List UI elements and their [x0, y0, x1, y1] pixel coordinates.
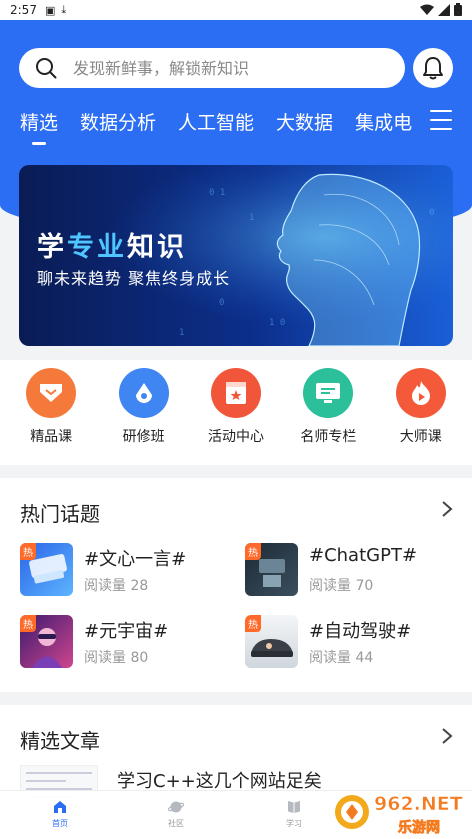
banner-subtitle: 聊未来趋势 聚焦终身成长 — [37, 269, 231, 288]
hot-badge: 热 — [245, 543, 261, 560]
notification-icon: ▣ — [44, 3, 56, 17]
hot-badge: 热 — [245, 615, 261, 632]
bell-icon — [423, 57, 443, 80]
promo-banner[interactable]: 0 1 1 0 1 0 1 0 学专业知识 聊未来趋势 聚焦终身成长 — [19, 165, 453, 346]
signal-icon — [438, 3, 450, 16]
nav-study[interactable]: 学习 — [264, 799, 324, 829]
download-icon: ⤓ — [61, 3, 67, 16]
hot-topics-section: 热门话题 热 #文心一言# 阅读量 28 热 #ChatGPT# 阅读量 70 … — [0, 478, 472, 692]
topic-read-count: 阅读量 44 — [309, 650, 374, 666]
topic-name: #元宇宙# — [84, 621, 169, 642]
status-time: 2:57 — [10, 3, 37, 17]
topic-thumbnail: 热 — [245, 615, 298, 668]
svg-text:乐游网: 乐游网 — [398, 819, 440, 836]
drop-icon — [118, 368, 169, 418]
hot-badge: 热 — [20, 543, 36, 560]
topic-item[interactable]: 热 #ChatGPT# 阅读量 70 — [245, 543, 465, 603]
quick-link-workshop[interactable]: 研修班 — [104, 360, 184, 465]
topic-item[interactable]: 热 #文心一言# 阅读量 28 — [20, 543, 240, 603]
screen-icon — [303, 368, 354, 418]
topic-name: #ChatGPT# — [309, 545, 418, 566]
menu-icon[interactable] — [430, 110, 452, 130]
notification-button[interactable] — [413, 48, 453, 88]
topic-thumbnail: 热 — [20, 543, 73, 596]
topic-name: #文心一言# — [84, 549, 187, 570]
battery-icon — [454, 3, 462, 16]
topic-item[interactable]: 热 #自动驾驶# 阅读量 44 — [245, 615, 465, 675]
tab-ai[interactable]: 人工智能 — [178, 108, 254, 148]
banner-title: 学专业知识 — [37, 232, 187, 263]
tab-data-analysis[interactable]: 数据分析 — [80, 108, 156, 148]
svg-text:0 1: 0 1 — [209, 188, 225, 198]
topic-read-count: 阅读量 28 — [84, 578, 149, 594]
topic-read-count: 阅读量 70 — [309, 578, 374, 594]
category-tabs: 精选 数据分析 人工智能 大数据 集成电 — [20, 108, 420, 148]
quick-link-teacher-column[interactable]: 名师专栏 — [288, 360, 368, 465]
topic-thumbnail: 热 — [245, 543, 298, 596]
site-watermark: 962.NET 乐游网 — [332, 786, 472, 839]
topic-read-count: 阅读量 80 — [84, 650, 149, 666]
status-bar: 2:57 ▣ ⤓ — [0, 0, 472, 20]
chevron-right-icon[interactable] — [440, 500, 454, 518]
svg-text:0: 0 — [429, 208, 434, 218]
tab-integrated-circuit[interactable]: 集成电 — [355, 108, 412, 148]
quick-link-activity-center[interactable]: 活动中心 — [196, 360, 276, 465]
status-indicators — [420, 3, 462, 16]
search-icon — [36, 58, 57, 79]
svg-text:0: 0 — [219, 298, 224, 308]
svg-text:962.NET: 962.NET — [374, 793, 463, 815]
tab-featured[interactable]: 精选 — [20, 108, 58, 148]
tab-big-data[interactable]: 大数据 — [276, 108, 333, 148]
flag-icon — [210, 368, 261, 418]
search-input[interactable] — [73, 58, 363, 78]
book-icon — [288, 801, 300, 813]
search-bar[interactable] — [19, 48, 405, 88]
flame-icon — [395, 368, 446, 418]
svg-text:1: 1 — [249, 213, 254, 223]
nav-home[interactable]: 首页 — [30, 799, 90, 829]
topic-item[interactable]: 热 #元宇宙# 阅读量 80 — [20, 615, 240, 675]
chevron-right-icon[interactable] — [440, 727, 454, 745]
nav-community[interactable]: 社区 — [146, 799, 206, 829]
topic-name: #自动驾驶# — [309, 621, 412, 642]
topic-thumbnail: 热 — [20, 615, 73, 668]
hot-topics-title: 热门话题 — [20, 502, 100, 526]
featured-articles-title: 精选文章 — [20, 729, 100, 753]
home-icon — [54, 801, 66, 813]
quick-link-premium-course[interactable]: 精品课 — [11, 360, 91, 465]
svg-text:1 0: 1 0 — [269, 318, 285, 328]
wifi-icon — [420, 4, 434, 15]
planet-icon — [168, 801, 184, 813]
svg-text:1: 1 — [179, 328, 184, 338]
hot-badge: 热 — [20, 615, 36, 632]
quick-link-master-class[interactable]: 大师课 — [381, 360, 461, 465]
diamond-icon — [26, 368, 77, 418]
quick-links: 精品课 研修班 活动中心 名师专栏 大师课 — [0, 360, 472, 465]
